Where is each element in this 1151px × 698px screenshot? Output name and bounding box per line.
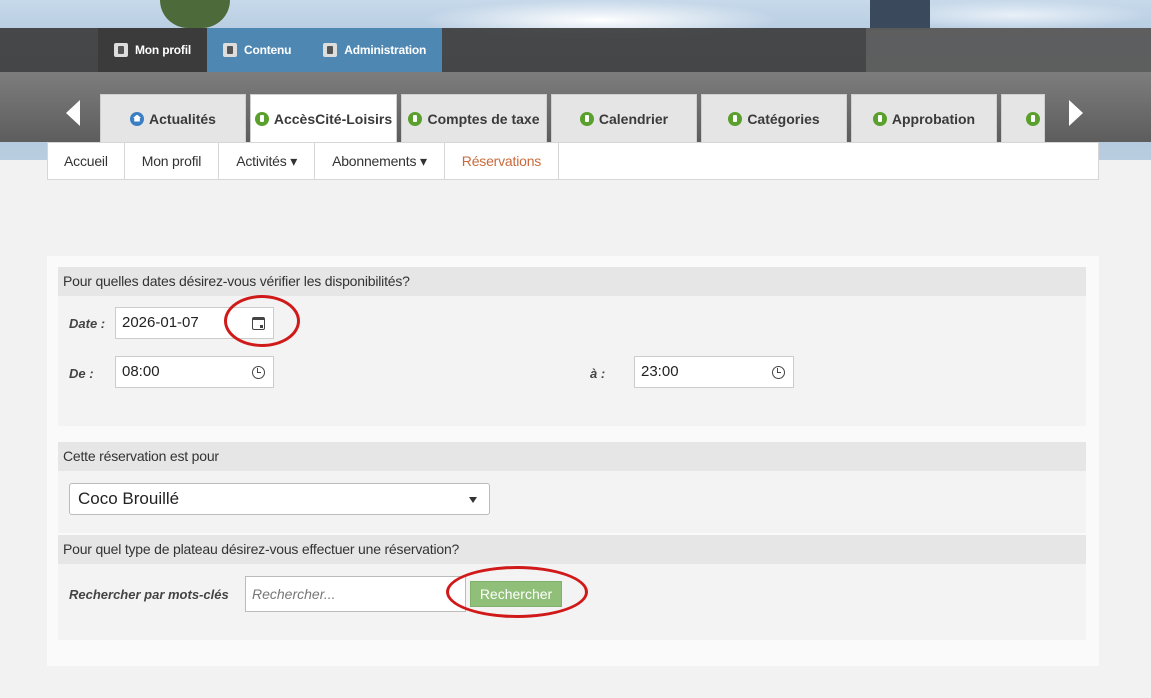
tab-next-partial[interactable]	[1001, 94, 1045, 142]
module-icon	[1026, 111, 1040, 126]
module-tabs: Actualités AccèsCité-Loisirs Comptes de …	[100, 94, 1045, 142]
admin-bar-content[interactable]: Contenu	[207, 28, 308, 72]
tab-categories[interactable]: Catégories	[701, 94, 847, 142]
tab-actualites[interactable]: Actualités	[100, 94, 246, 142]
admin-bar-my-profile[interactable]: Mon profil	[98, 28, 207, 72]
to-time-input[interactable]: 23:00	[634, 356, 765, 388]
clock-icon	[772, 365, 785, 379]
user-icon	[114, 43, 128, 57]
member-select[interactable]: Coco Brouillé	[69, 483, 490, 515]
tab-label: Calendrier	[598, 110, 669, 127]
tab-calendrier[interactable]: Calendrier	[551, 94, 697, 142]
module-icon	[728, 111, 743, 126]
subnav-accueil[interactable]: Accueil	[48, 143, 125, 179]
admin-bar-content-label: Contenu	[244, 43, 292, 57]
keyword-search-input[interactable]: Rechercher...	[245, 576, 466, 612]
module-icon	[408, 111, 423, 126]
dates-section-heading: Pour quelles dates désirez-vous vérifier…	[58, 267, 1086, 296]
annotation-ring-date-picker	[224, 295, 300, 347]
to-label: à :	[590, 366, 606, 381]
tab-approbation[interactable]: Approbation	[851, 94, 997, 142]
module-icon	[872, 111, 887, 126]
from-time-input[interactable]: 08:00	[115, 356, 245, 388]
tab-label: Catégories	[747, 110, 820, 127]
tab-comptes-de-taxe[interactable]: Comptes de taxe	[401, 94, 547, 142]
from-label: De :	[69, 366, 94, 381]
keyword-label: Rechercher par mots-clés	[69, 587, 229, 602]
tab-label: Comptes de taxe	[427, 110, 540, 127]
banner-building	[870, 0, 930, 30]
for-section-heading: Cette réservation est pour	[58, 442, 1086, 471]
subnav-mon-profil[interactable]: Mon profil	[125, 143, 220, 179]
subnav-reservations[interactable]: Réservations	[445, 143, 560, 179]
banner-tree	[160, 0, 230, 28]
module-icon	[254, 111, 269, 126]
tab-label: Approbation	[891, 110, 976, 127]
admin-bar-administration[interactable]: Administration	[307, 28, 443, 72]
admin-bar-my-profile-label: Mon profil	[135, 43, 191, 57]
admin-bar: Mon profil Contenu Administration	[0, 28, 1151, 72]
from-time-picker-button[interactable]	[244, 356, 274, 388]
module-icon	[579, 111, 594, 126]
date-label: Date :	[69, 316, 106, 331]
tabs-scroll-right-icon[interactable]	[1069, 100, 1083, 126]
subnav-activites[interactable]: Activités ▾	[219, 143, 316, 179]
admin-bar-spacer	[866, 28, 1151, 72]
clock-icon	[252, 365, 265, 379]
subnav-abonnements[interactable]: Abonnements ▾	[315, 143, 445, 179]
annotation-ring-search-button	[446, 566, 588, 618]
document-icon	[223, 43, 237, 57]
member-select-value: Coco Brouillé	[78, 489, 180, 508]
wrench-icon	[323, 43, 338, 57]
tab-label: Actualités	[149, 110, 216, 127]
chevron-down-icon	[469, 497, 477, 503]
to-time-picker-button[interactable]	[764, 356, 794, 388]
type-section-heading: Pour quel type de plateau désirez-vous e…	[58, 535, 1086, 564]
tab-accescite-loisirs[interactable]: AccèsCité-Loisirs	[250, 94, 397, 142]
tab-label: AccèsCité-Loisirs	[273, 110, 393, 127]
sub-navigation: Accueil Mon profil Activités ▾ Abonnemen…	[47, 142, 1099, 180]
admin-bar-administration-label: Administration	[344, 43, 427, 57]
tabs-scroll-left-icon[interactable]	[66, 100, 80, 126]
home-icon	[130, 111, 145, 126]
